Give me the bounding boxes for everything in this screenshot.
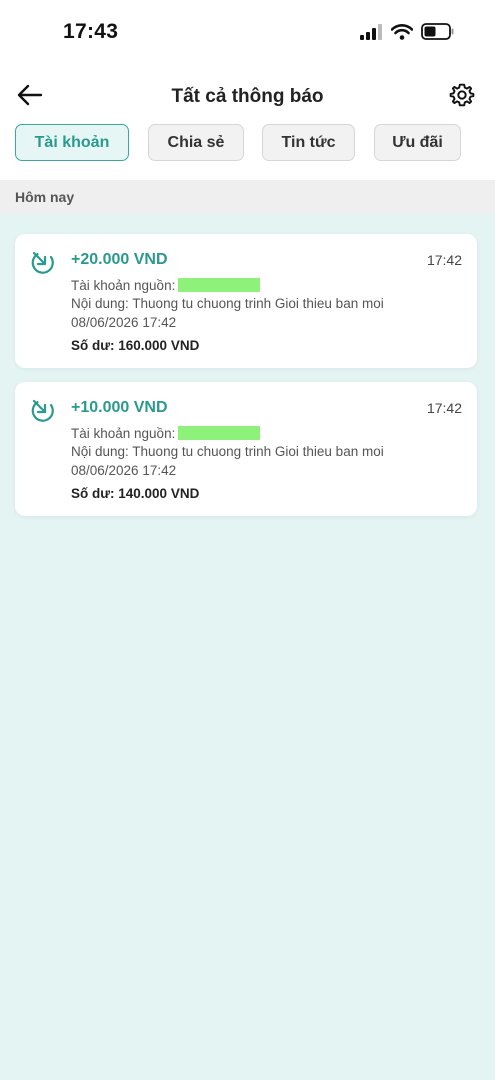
notification-datetime: 08/06/2026 17:42 bbox=[71, 463, 177, 478]
notification-amount: +10.000 VND bbox=[71, 399, 168, 416]
status-time: 17:43 bbox=[63, 20, 119, 43]
tab-offers[interactable]: Ưu đãi bbox=[374, 124, 461, 161]
masked-account bbox=[178, 278, 261, 292]
tab-news[interactable]: Tin tức bbox=[262, 124, 355, 161]
source-label: Tài khoản nguồn: bbox=[71, 426, 176, 441]
notification-content: Nội dung: Thuong tu chuong trinh Gioi th… bbox=[71, 444, 384, 459]
notification-balance: Số dư: 140.000 VND bbox=[71, 486, 200, 501]
incoming-arrow-icon bbox=[31, 251, 54, 274]
notification-balance: Số dư: 160.000 VND bbox=[71, 338, 200, 353]
notification-source: Tài khoản nguồn: bbox=[71, 426, 261, 441]
status-icons bbox=[359, 23, 455, 40]
tab-bar: Tài khoản Chia sẻ Tin tức Ưu đãi bbox=[0, 122, 495, 180]
signal-icon bbox=[360, 23, 382, 40]
status-bar: 17:43 bbox=[0, 0, 495, 70]
battery-icon bbox=[421, 23, 454, 40]
notification-time: 17:42 bbox=[426, 400, 462, 416]
notification-datetime: 08/06/2026 17:42 bbox=[71, 315, 177, 330]
tab-account[interactable]: Tài khoản bbox=[15, 124, 129, 161]
header: Tất cả thông báo bbox=[0, 70, 495, 122]
notification-content: Nội dung: Thuong tu chuong trinh Gioi th… bbox=[71, 296, 384, 311]
notification-time: 17:42 bbox=[426, 252, 462, 268]
wifi-icon bbox=[391, 23, 413, 40]
masked-account bbox=[178, 426, 261, 440]
notification-card[interactable]: +10.000 VND 17:42 Tài khoản nguồn: Nội d… bbox=[15, 382, 477, 516]
section-header-today: Hôm nay bbox=[0, 180, 495, 214]
tab-share[interactable]: Chia sẻ bbox=[148, 124, 244, 161]
incoming-arrow-icon bbox=[31, 399, 54, 422]
page-title: Tất cả thông báo bbox=[171, 86, 324, 107]
gear-icon[interactable] bbox=[449, 82, 475, 108]
source-label: Tài khoản nguồn: bbox=[71, 278, 176, 293]
top-area: 17:43 Tất cả thông báo Tài khoản Chia sẻ… bbox=[0, 0, 495, 214]
notification-amount: +20.000 VND bbox=[71, 251, 168, 268]
notification-card[interactable]: +20.000 VND 17:42 Tài khoản nguồn: Nội d… bbox=[15, 234, 477, 368]
notification-source: Tài khoản nguồn: bbox=[71, 278, 261, 293]
